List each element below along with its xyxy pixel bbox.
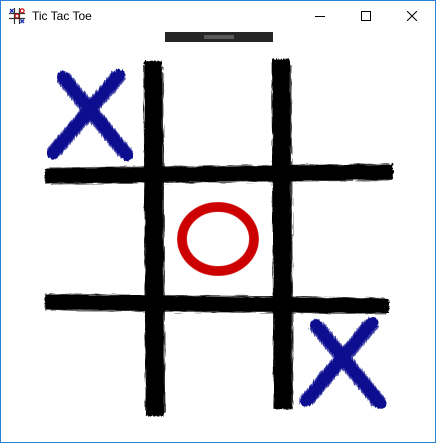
cell-2[interactable] [291, 61, 395, 167]
game-area [1, 31, 435, 442]
tic-tac-toe-app-icon [9, 8, 25, 24]
tab-handle[interactable] [165, 32, 273, 42]
game-window: Tic Tac Toe [0, 0, 436, 443]
cell-7[interactable] [163, 311, 273, 416]
maximize-icon [361, 11, 371, 21]
minimize-icon [315, 16, 325, 17]
game-board [41, 32, 395, 417]
grid-line-vertical-left [143, 60, 166, 417]
cell-1[interactable] [163, 61, 273, 167]
close-icon [407, 11, 417, 21]
grid-line-horizontal-top [44, 163, 394, 185]
close-button[interactable] [389, 1, 435, 31]
cell-5[interactable] [291, 184, 395, 295]
maximize-button[interactable] [343, 1, 389, 31]
grid-line-horizontal-bottom [44, 293, 390, 315]
cell-3[interactable] [41, 184, 145, 295]
minimize-button[interactable] [297, 1, 343, 31]
grid-line-vertical-right [271, 58, 294, 410]
window-title: Tic Tac Toe [32, 9, 92, 23]
title-bar[interactable]: Tic Tac Toe [1, 1, 435, 31]
cell-6[interactable] [41, 311, 145, 416]
